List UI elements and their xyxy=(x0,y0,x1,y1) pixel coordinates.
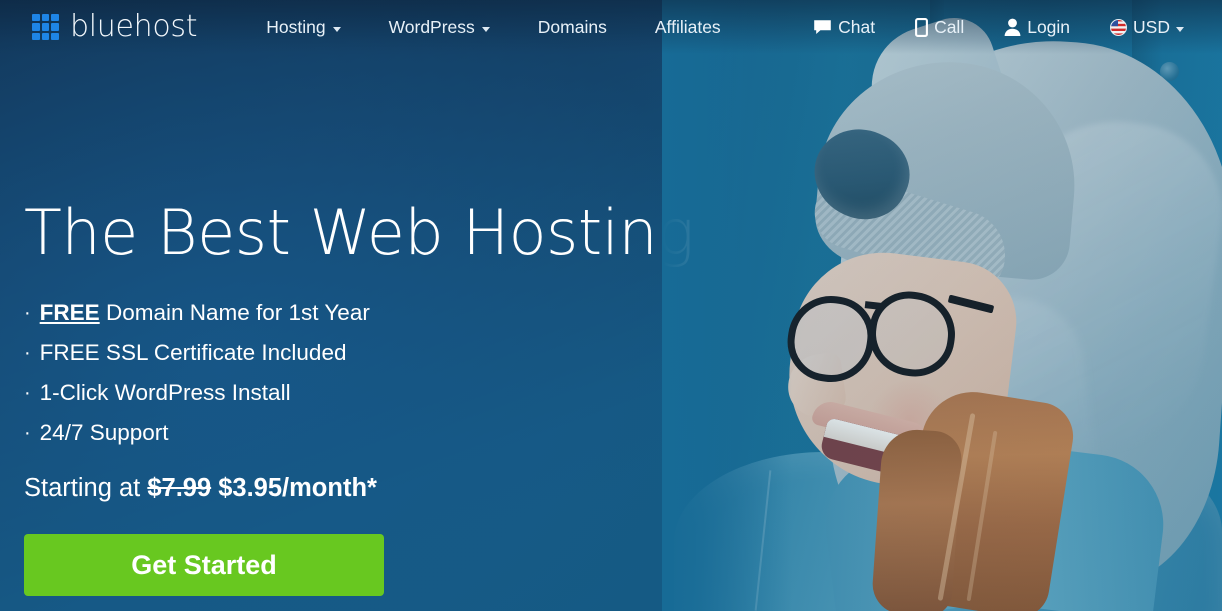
nav-label-wordpress: WordPress xyxy=(388,16,475,37)
price-current: $3.95/month* xyxy=(211,474,377,503)
price-prefix: Starting at xyxy=(24,474,148,503)
primary-nav: Hosting WordPress Domains Affiliates xyxy=(242,11,744,44)
hero-content: The Best Web Hosting · FREE Domain Name … xyxy=(24,196,724,597)
nav-item-hosting[interactable]: Hosting xyxy=(242,11,364,44)
feature-emphasis-0: FREE xyxy=(39,300,100,326)
brand-logo[interactable]: bluehost xyxy=(32,9,198,44)
brand-name: bluehost xyxy=(70,9,198,44)
feature-text-2: 1-Click WordPress Install xyxy=(39,380,291,406)
chevron-down-icon xyxy=(1176,26,1184,32)
feature-text-3: 24/7 Support xyxy=(39,420,169,446)
nav-item-call[interactable]: Call xyxy=(895,11,984,44)
hero-photo-woman-with-beanie xyxy=(662,0,1222,611)
chat-bubble-icon xyxy=(813,19,832,36)
mobile-phone-icon xyxy=(915,17,929,37)
us-flag-icon xyxy=(1110,18,1128,36)
feature-rest-0: Domain Name for 1st Year xyxy=(99,300,370,326)
nav-item-wordpress[interactable]: WordPress xyxy=(365,11,514,44)
get-started-button[interactable]: Get Started xyxy=(24,534,384,597)
nav-item-affiliates[interactable]: Affiliates xyxy=(631,11,745,44)
nav-label-usd: USD xyxy=(1133,16,1170,37)
feature-list: · FREE Domain Name for 1st Year · FREE S… xyxy=(24,293,724,453)
list-item: · FREE Domain Name for 1st Year xyxy=(24,293,724,333)
nav-label-chat: Chat xyxy=(838,16,876,37)
user-person-icon xyxy=(1004,18,1021,36)
page-title: The Best Web Hosting xyxy=(24,196,694,269)
nav-item-login[interactable]: Login xyxy=(984,11,1090,44)
chevron-down-icon xyxy=(332,26,341,32)
top-navigation-bar: bluehost Hosting WordPress Domains Affil… xyxy=(0,0,1222,54)
price-original: $7.99 xyxy=(147,474,212,503)
nav-label-login: Login xyxy=(1027,16,1071,37)
bullet-icon: · xyxy=(24,302,31,325)
nav-label-hosting: Hosting xyxy=(266,16,326,37)
feature-text-0: FREE Domain Name for 1st Year xyxy=(40,293,370,333)
bullet-icon: · xyxy=(24,382,31,405)
list-item: · 24/7 Support xyxy=(24,413,724,453)
list-item: · FREE SSL Certificate Included xyxy=(24,333,724,373)
list-item: · 1-Click WordPress Install xyxy=(24,373,724,413)
secondary-nav: Chat Call Login USD xyxy=(793,11,1204,44)
pricing-line: Starting at $7.99 $3.95/month* xyxy=(24,474,724,503)
nav-label-call: Call xyxy=(934,16,965,37)
chevron-down-icon xyxy=(481,26,490,32)
nav-item-domains[interactable]: Domains xyxy=(514,11,631,44)
feature-text-1: FREE SSL Certificate Included xyxy=(39,340,347,366)
bullet-icon: · xyxy=(24,342,31,365)
bullet-icon: · xyxy=(24,422,31,445)
grid-squares-icon xyxy=(32,13,59,41)
nav-label-affiliates: Affiliates xyxy=(654,16,721,37)
nav-label-domains: Domains xyxy=(537,16,607,37)
nav-item-chat[interactable]: Chat xyxy=(793,11,895,44)
nav-item-currency-usd[interactable]: USD xyxy=(1090,11,1204,44)
bluehost-landing-page: bluehost Hosting WordPress Domains Affil… xyxy=(0,0,1222,611)
